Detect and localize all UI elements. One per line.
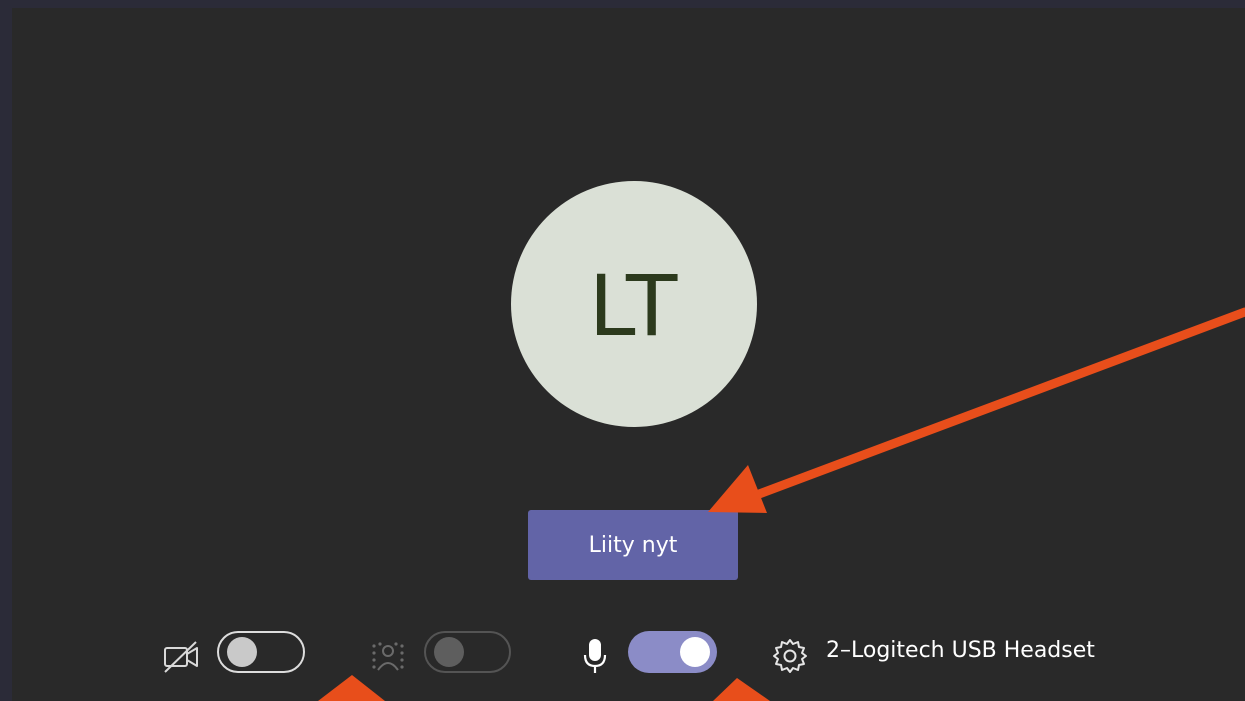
avatar: LT: [511, 181, 757, 427]
join-now-button[interactable]: Liity nyt: [528, 510, 738, 580]
toggle-knob: [434, 637, 464, 667]
background-blur-icon: [372, 642, 404, 671]
audio-device-label[interactable]: 2–Logitech USB Headset: [826, 638, 1095, 663]
gear-icon[interactable]: [771, 637, 809, 675]
microphone-icon[interactable]: [580, 636, 610, 676]
toggle-knob: [227, 637, 257, 667]
video-off-icon[interactable]: [162, 639, 202, 675]
toggle-knob: [680, 637, 710, 667]
background-blur-toggle[interactable]: [424, 631, 511, 673]
microphone-toggle[interactable]: [628, 631, 717, 673]
avatar-initials: LT: [588, 257, 680, 355]
camera-toggle[interactable]: [217, 631, 305, 673]
